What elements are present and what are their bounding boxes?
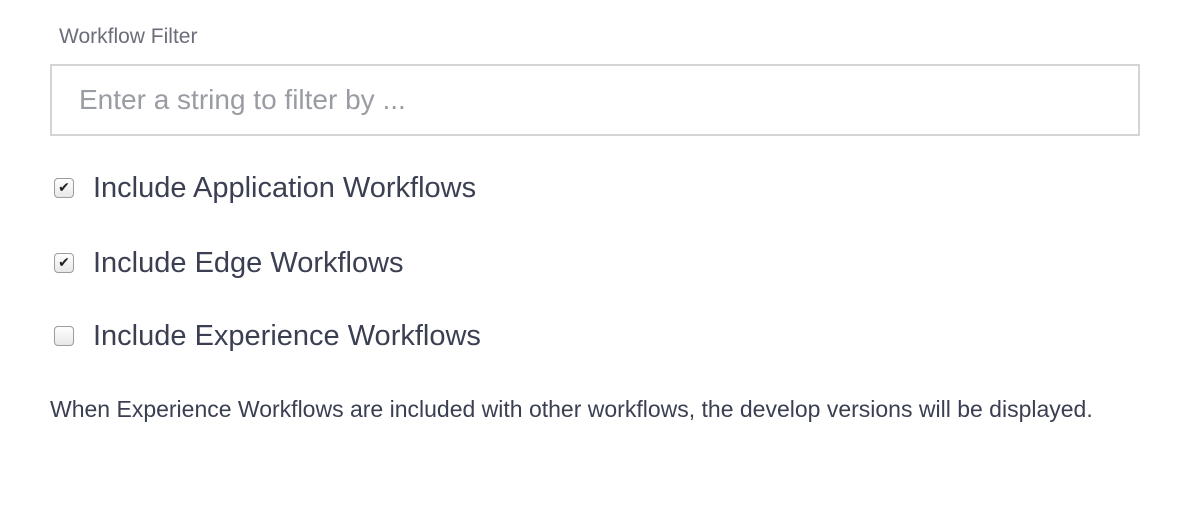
workflow-filter-input[interactable] (50, 64, 1140, 136)
include-experience-workflows-option[interactable]: Include Experience Workflows (54, 316, 481, 356)
include-application-workflows-option[interactable]: Include Application Workflows (54, 168, 476, 208)
include-experience-workflows-checkbox[interactable] (54, 326, 74, 346)
include-edge-workflows-label[interactable]: Include Edge Workflows (93, 247, 404, 280)
include-experience-workflows-label[interactable]: Include Experience Workflows (93, 320, 481, 353)
include-application-workflows-label[interactable]: Include Application Workflows (93, 172, 476, 205)
include-edge-workflows-option[interactable]: Include Edge Workflows (54, 243, 404, 283)
workflow-filter-label: Workflow Filter (59, 25, 198, 48)
experience-workflows-note: When Experience Workflows are included w… (50, 396, 1093, 422)
include-edge-workflows-checkbox[interactable] (54, 253, 74, 273)
include-application-workflows-checkbox[interactable] (54, 178, 74, 198)
